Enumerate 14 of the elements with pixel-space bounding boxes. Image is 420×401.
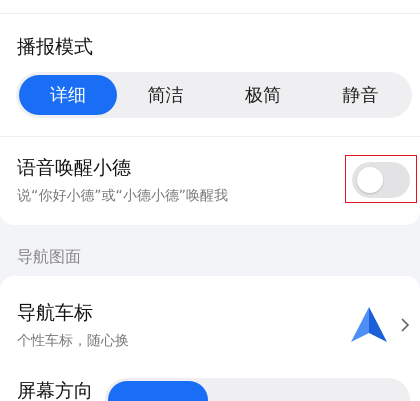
setting-title: 导航车标	[17, 301, 94, 326]
setting-title: 语音唤醒小德	[17, 156, 132, 181]
segment-option[interactable]: 简洁	[116, 75, 214, 115]
setting-title: 播报模式	[16, 35, 94, 60]
segment-option[interactable]: 详细	[19, 75, 116, 115]
section-header: 导航图面	[16, 246, 82, 268]
segment-option[interactable]: 静音	[312, 75, 409, 115]
toggle-switch[interactable]	[352, 162, 410, 198]
setting-subtitle: 说“你好小德”或“小德小德”唤醒我	[17, 187, 230, 205]
chevron-right-icon[interactable]	[400, 317, 410, 333]
setting-subtitle: 个性车标，随心换	[17, 332, 130, 350]
setting-title: 屏幕方向	[17, 379, 93, 401]
navigation-arrow-icon	[350, 306, 388, 344]
segment-option[interactable]: 极简	[214, 75, 312, 115]
